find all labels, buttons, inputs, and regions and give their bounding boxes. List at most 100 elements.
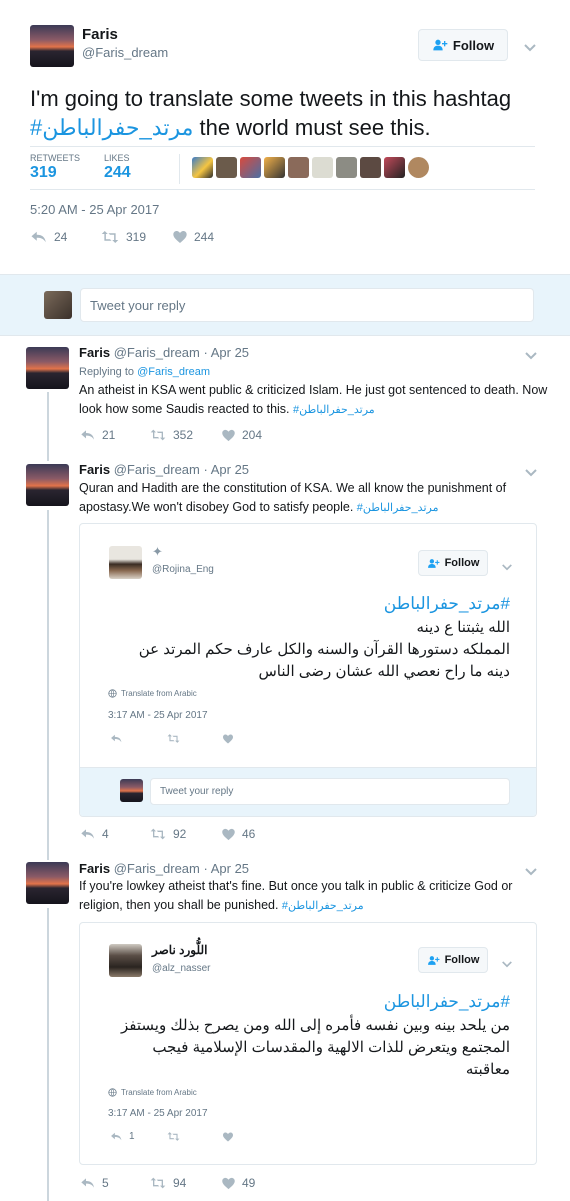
retweet-action[interactable]: 92 <box>149 826 221 842</box>
retweet-action[interactable]: 352 <box>149 427 221 443</box>
embedded-handle[interactable]: @alz_nasser <box>152 963 211 974</box>
hashtag-link[interactable]: #مرتد_حفرالباطن <box>282 900 364 912</box>
tweet-date[interactable]: · Apr 25 <box>204 462 250 477</box>
liker-avatar[interactable] <box>240 157 261 178</box>
liker-avatar[interactable] <box>216 157 237 178</box>
reply-action[interactable]: 4 <box>80 826 149 842</box>
author-name[interactable]: Faris <box>79 345 110 360</box>
hashtag-link[interactable]: #مرتد_حفرالباطن <box>90 989 510 1015</box>
tweet-actions: 24 319 244 <box>30 228 214 246</box>
retweet-action[interactable] <box>166 732 222 745</box>
embedded-timestamp[interactable]: 3:17 AM - 25 Apr 2017 <box>108 1108 208 1119</box>
embedded-tweet-text: #مرتد_حفرالباطن من يلحد بينه وبين نفسه ف… <box>90 989 510 1081</box>
tweet-text-pre: I'm going to translate some tweets in th… <box>30 86 512 111</box>
reply-action[interactable]: 1 <box>110 1130 166 1143</box>
author-handle[interactable]: @Faris_dream <box>82 45 168 60</box>
liker-avatar[interactable] <box>192 157 213 178</box>
retweet-icon <box>166 732 181 745</box>
avatar[interactable] <box>26 862 69 904</box>
author-handle[interactable]: @Faris_dream <box>114 462 200 477</box>
avatar[interactable] <box>26 347 69 389</box>
like-count: 204 <box>242 428 263 442</box>
follow-button[interactable]: Follow <box>418 29 508 61</box>
reply-count: 5 <box>102 1176 109 1190</box>
tweet-timestamp[interactable]: 5:20 AM - 25 Apr 2017 <box>30 202 159 217</box>
reply-action[interactable]: 5 <box>80 1175 149 1191</box>
author-handle[interactable]: @Faris_dream <box>114 861 200 876</box>
reply-icon <box>80 826 96 842</box>
chevron-down-icon[interactable] <box>524 348 538 366</box>
like-count: 244 <box>194 230 215 244</box>
like-action[interactable]: 46 <box>221 827 255 842</box>
reply-count: 4 <box>102 827 109 841</box>
liker-avatar[interactable] <box>408 157 429 178</box>
embedded-actions <box>110 732 234 745</box>
retweet-count: 352 <box>173 428 194 442</box>
embedded-avatar[interactable] <box>109 944 142 977</box>
liker-avatar[interactable] <box>360 157 381 178</box>
retweet-count: 94 <box>173 1176 187 1190</box>
author-name[interactable]: Faris <box>79 462 110 477</box>
follow-button[interactable]: Follow <box>418 947 488 973</box>
avatar[interactable] <box>26 464 69 506</box>
replying-handle-link[interactable]: @Faris_dream <box>137 366 210 378</box>
like-action[interactable] <box>222 733 234 745</box>
reply-action[interactable]: 24 <box>30 228 100 246</box>
embedded-name[interactable]: اللُّورد ناصر <box>152 943 207 957</box>
liker-avatar[interactable] <box>336 157 357 178</box>
reply-input[interactable]: Tweet your reply <box>150 778 510 805</box>
heart-icon <box>221 827 236 842</box>
embedded-text-line: الله يثبتنا ع دينه <box>416 619 510 636</box>
liker-avatar[interactable] <box>264 157 285 178</box>
embedded-tweet-card[interactable]: اللُّورد ناصر @alz_nasser Follow #مرتد_ح… <box>79 922 537 1165</box>
embedded-timestamp[interactable]: 3:17 AM - 25 Apr 2017 <box>108 710 208 721</box>
chevron-down-icon[interactable] <box>501 956 513 974</box>
tweet-text: Quran and Hadith are the constitution of… <box>79 479 549 518</box>
author-name[interactable]: Faris <box>79 861 110 876</box>
retweets-count[interactable]: 319 <box>30 164 57 182</box>
liker-avatar[interactable] <box>288 157 309 178</box>
embedded-text-line: دينه ما راح نعصي الله عشان رضى الناس <box>258 663 510 680</box>
embedded-tweet-card[interactable]: ✦ @Rojina_Eng Follow #مرتد_حفرالباطن الل… <box>79 523 537 817</box>
translate-link[interactable]: Translate from Arabic <box>108 1088 197 1097</box>
hashtag-link[interactable]: #مرتد_حفرالباطن <box>30 115 193 140</box>
liker-avatar[interactable] <box>384 157 405 178</box>
hashtag-link[interactable]: #مرتد_حفرالباطن <box>90 591 510 617</box>
like-action[interactable]: 244 <box>172 229 214 245</box>
stats-divider-mid <box>179 154 180 184</box>
retweet-action[interactable] <box>166 1130 222 1143</box>
heart-icon <box>221 1176 236 1191</box>
like-action[interactable]: 49 <box>221 1176 255 1191</box>
retweet-icon <box>149 826 167 842</box>
hashtag-link[interactable]: #مرتد_حفرالباطن <box>293 404 375 416</box>
chevron-down-icon[interactable] <box>523 40 537 58</box>
user-avatar[interactable] <box>120 779 143 802</box>
avatar[interactable] <box>30 25 74 67</box>
reply-action[interactable]: 21 <box>80 427 149 443</box>
follow-button[interactable]: Follow <box>418 550 488 576</box>
tweet-actions: 21 352 204 <box>80 427 262 443</box>
author-handle[interactable]: @Faris_dream <box>114 345 200 360</box>
retweet-action[interactable]: 94 <box>149 1175 221 1191</box>
chevron-down-icon[interactable] <box>501 559 513 577</box>
reply-action[interactable] <box>110 732 166 745</box>
reply-input[interactable]: Tweet your reply <box>80 288 534 322</box>
embedded-avatar[interactable] <box>109 546 142 579</box>
tweet-date[interactable]: · Apr 25 <box>204 861 250 876</box>
like-count: 46 <box>242 827 256 841</box>
retweet-action[interactable]: 319 <box>100 228 172 246</box>
liker-avatar[interactable] <box>312 157 333 178</box>
translate-link[interactable]: Translate from Arabic <box>108 689 197 698</box>
embedded-handle[interactable]: @Rojina_Eng <box>152 564 214 575</box>
thread-line <box>47 908 49 1201</box>
stats-divider-bottom <box>30 189 535 190</box>
hashtag-link[interactable]: #مرتد_حفرالباطن <box>357 502 439 514</box>
tweet-text-post: the world must see this. <box>193 115 431 140</box>
user-avatar[interactable] <box>44 291 72 319</box>
follow-label: Follow <box>444 557 480 569</box>
likes-count[interactable]: 244 <box>104 164 131 182</box>
author-name[interactable]: Faris <box>82 26 118 43</box>
tweet-date[interactable]: · Apr 25 <box>204 345 250 360</box>
like-action[interactable]: 204 <box>221 428 262 443</box>
like-action[interactable] <box>222 1131 234 1143</box>
